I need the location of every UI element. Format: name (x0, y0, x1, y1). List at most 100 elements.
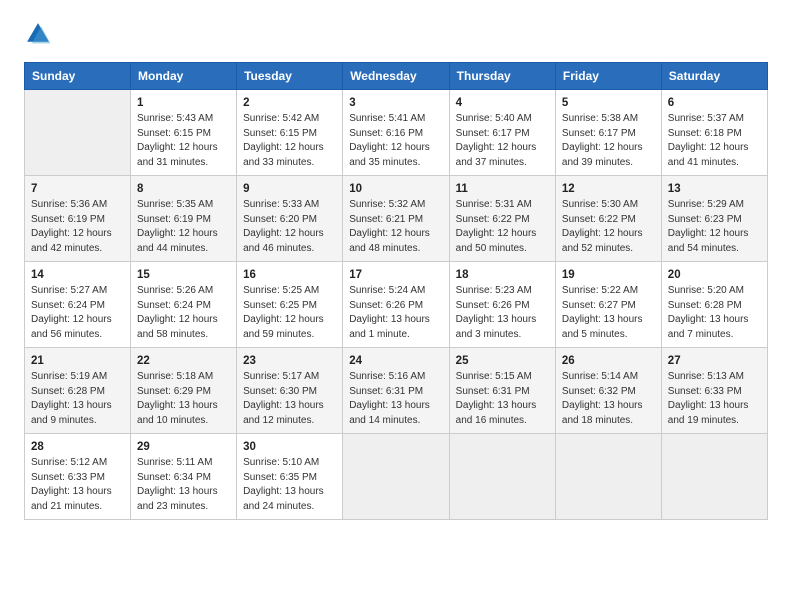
calendar-cell: 13Sunrise: 5:29 AM Sunset: 6:23 PM Dayli… (661, 176, 767, 262)
day-info: Sunrise: 5:15 AM Sunset: 6:31 PM Dayligh… (456, 370, 549, 428)
day-number: 18 (456, 267, 549, 283)
calendar-cell: 14Sunrise: 5:27 AM Sunset: 6:24 PM Dayli… (25, 262, 131, 348)
day-info: Sunrise: 5:11 AM Sunset: 6:34 PM Dayligh… (137, 456, 230, 514)
day-number: 30 (243, 439, 336, 455)
logo (24, 20, 56, 48)
weekday-header: Thursday (449, 63, 555, 90)
weekday-header: Saturday (661, 63, 767, 90)
day-number: 25 (456, 353, 549, 369)
day-info: Sunrise: 5:24 AM Sunset: 6:26 PM Dayligh… (349, 284, 442, 342)
weekday-header: Monday (131, 63, 237, 90)
calendar-cell (661, 434, 767, 520)
calendar-cell: 8Sunrise: 5:35 AM Sunset: 6:19 PM Daylig… (131, 176, 237, 262)
calendar-cell: 3Sunrise: 5:41 AM Sunset: 6:16 PM Daylig… (343, 90, 449, 176)
calendar-week-row: 28Sunrise: 5:12 AM Sunset: 6:33 PM Dayli… (25, 434, 768, 520)
calendar-week-row: 7Sunrise: 5:36 AM Sunset: 6:19 PM Daylig… (25, 176, 768, 262)
calendar-cell: 28Sunrise: 5:12 AM Sunset: 6:33 PM Dayli… (25, 434, 131, 520)
calendar-cell: 1Sunrise: 5:43 AM Sunset: 6:15 PM Daylig… (131, 90, 237, 176)
logo-icon (24, 20, 52, 48)
day-number: 8 (137, 181, 230, 197)
calendar-cell (343, 434, 449, 520)
calendar-week-row: 21Sunrise: 5:19 AM Sunset: 6:28 PM Dayli… (25, 348, 768, 434)
calendar-cell: 10Sunrise: 5:32 AM Sunset: 6:21 PM Dayli… (343, 176, 449, 262)
calendar-cell: 9Sunrise: 5:33 AM Sunset: 6:20 PM Daylig… (237, 176, 343, 262)
day-info: Sunrise: 5:20 AM Sunset: 6:28 PM Dayligh… (668, 284, 761, 342)
day-info: Sunrise: 5:41 AM Sunset: 6:16 PM Dayligh… (349, 112, 442, 170)
calendar-week-row: 1Sunrise: 5:43 AM Sunset: 6:15 PM Daylig… (25, 90, 768, 176)
weekday-header: Wednesday (343, 63, 449, 90)
day-info: Sunrise: 5:25 AM Sunset: 6:25 PM Dayligh… (243, 284, 336, 342)
day-number: 29 (137, 439, 230, 455)
day-info: Sunrise: 5:29 AM Sunset: 6:23 PM Dayligh… (668, 198, 761, 256)
day-info: Sunrise: 5:36 AM Sunset: 6:19 PM Dayligh… (31, 198, 124, 256)
calendar-cell: 29Sunrise: 5:11 AM Sunset: 6:34 PM Dayli… (131, 434, 237, 520)
day-number: 9 (243, 181, 336, 197)
day-info: Sunrise: 5:19 AM Sunset: 6:28 PM Dayligh… (31, 370, 124, 428)
day-info: Sunrise: 5:27 AM Sunset: 6:24 PM Dayligh… (31, 284, 124, 342)
weekday-header: Friday (555, 63, 661, 90)
calendar-cell: 26Sunrise: 5:14 AM Sunset: 6:32 PM Dayli… (555, 348, 661, 434)
day-number: 23 (243, 353, 336, 369)
calendar-cell: 15Sunrise: 5:26 AM Sunset: 6:24 PM Dayli… (131, 262, 237, 348)
day-number: 4 (456, 95, 549, 111)
calendar-cell: 6Sunrise: 5:37 AM Sunset: 6:18 PM Daylig… (661, 90, 767, 176)
calendar-cell: 27Sunrise: 5:13 AM Sunset: 6:33 PM Dayli… (661, 348, 767, 434)
day-info: Sunrise: 5:18 AM Sunset: 6:29 PM Dayligh… (137, 370, 230, 428)
calendar-header: SundayMondayTuesdayWednesdayThursdayFrid… (25, 63, 768, 90)
day-number: 12 (562, 181, 655, 197)
calendar-cell: 18Sunrise: 5:23 AM Sunset: 6:26 PM Dayli… (449, 262, 555, 348)
calendar-cell (449, 434, 555, 520)
day-info: Sunrise: 5:30 AM Sunset: 6:22 PM Dayligh… (562, 198, 655, 256)
day-info: Sunrise: 5:31 AM Sunset: 6:22 PM Dayligh… (456, 198, 549, 256)
day-info: Sunrise: 5:40 AM Sunset: 6:17 PM Dayligh… (456, 112, 549, 170)
day-number: 13 (668, 181, 761, 197)
day-info: Sunrise: 5:22 AM Sunset: 6:27 PM Dayligh… (562, 284, 655, 342)
calendar-cell: 4Sunrise: 5:40 AM Sunset: 6:17 PM Daylig… (449, 90, 555, 176)
calendar-cell: 2Sunrise: 5:42 AM Sunset: 6:15 PM Daylig… (237, 90, 343, 176)
day-info: Sunrise: 5:23 AM Sunset: 6:26 PM Dayligh… (456, 284, 549, 342)
day-number: 24 (349, 353, 442, 369)
day-number: 28 (31, 439, 124, 455)
day-number: 17 (349, 267, 442, 283)
calendar-cell: 17Sunrise: 5:24 AM Sunset: 6:26 PM Dayli… (343, 262, 449, 348)
calendar-cell: 25Sunrise: 5:15 AM Sunset: 6:31 PM Dayli… (449, 348, 555, 434)
day-info: Sunrise: 5:38 AM Sunset: 6:17 PM Dayligh… (562, 112, 655, 170)
calendar-cell: 11Sunrise: 5:31 AM Sunset: 6:22 PM Dayli… (449, 176, 555, 262)
day-number: 22 (137, 353, 230, 369)
day-number: 26 (562, 353, 655, 369)
day-number: 14 (31, 267, 124, 283)
calendar-table: SundayMondayTuesdayWednesdayThursdayFrid… (24, 62, 768, 520)
day-number: 10 (349, 181, 442, 197)
calendar-cell: 24Sunrise: 5:16 AM Sunset: 6:31 PM Dayli… (343, 348, 449, 434)
weekday-header: Tuesday (237, 63, 343, 90)
day-number: 21 (31, 353, 124, 369)
day-info: Sunrise: 5:12 AM Sunset: 6:33 PM Dayligh… (31, 456, 124, 514)
day-number: 1 (137, 95, 230, 111)
day-info: Sunrise: 5:42 AM Sunset: 6:15 PM Dayligh… (243, 112, 336, 170)
calendar-cell (555, 434, 661, 520)
day-info: Sunrise: 5:26 AM Sunset: 6:24 PM Dayligh… (137, 284, 230, 342)
day-number: 5 (562, 95, 655, 111)
weekday-header: Sunday (25, 63, 131, 90)
day-info: Sunrise: 5:33 AM Sunset: 6:20 PM Dayligh… (243, 198, 336, 256)
day-number: 3 (349, 95, 442, 111)
calendar-cell: 12Sunrise: 5:30 AM Sunset: 6:22 PM Dayli… (555, 176, 661, 262)
calendar-cell: 23Sunrise: 5:17 AM Sunset: 6:30 PM Dayli… (237, 348, 343, 434)
calendar-cell: 21Sunrise: 5:19 AM Sunset: 6:28 PM Dayli… (25, 348, 131, 434)
calendar-cell (25, 90, 131, 176)
day-number: 2 (243, 95, 336, 111)
day-number: 19 (562, 267, 655, 283)
calendar-cell: 5Sunrise: 5:38 AM Sunset: 6:17 PM Daylig… (555, 90, 661, 176)
day-info: Sunrise: 5:16 AM Sunset: 6:31 PM Dayligh… (349, 370, 442, 428)
calendar-cell: 20Sunrise: 5:20 AM Sunset: 6:28 PM Dayli… (661, 262, 767, 348)
day-number: 15 (137, 267, 230, 283)
calendar-week-row: 14Sunrise: 5:27 AM Sunset: 6:24 PM Dayli… (25, 262, 768, 348)
day-info: Sunrise: 5:13 AM Sunset: 6:33 PM Dayligh… (668, 370, 761, 428)
page-header (24, 20, 768, 48)
day-info: Sunrise: 5:37 AM Sunset: 6:18 PM Dayligh… (668, 112, 761, 170)
day-info: Sunrise: 5:10 AM Sunset: 6:35 PM Dayligh… (243, 456, 336, 514)
calendar-cell: 30Sunrise: 5:10 AM Sunset: 6:35 PM Dayli… (237, 434, 343, 520)
calendar-cell: 16Sunrise: 5:25 AM Sunset: 6:25 PM Dayli… (237, 262, 343, 348)
day-info: Sunrise: 5:43 AM Sunset: 6:15 PM Dayligh… (137, 112, 230, 170)
calendar-cell: 19Sunrise: 5:22 AM Sunset: 6:27 PM Dayli… (555, 262, 661, 348)
